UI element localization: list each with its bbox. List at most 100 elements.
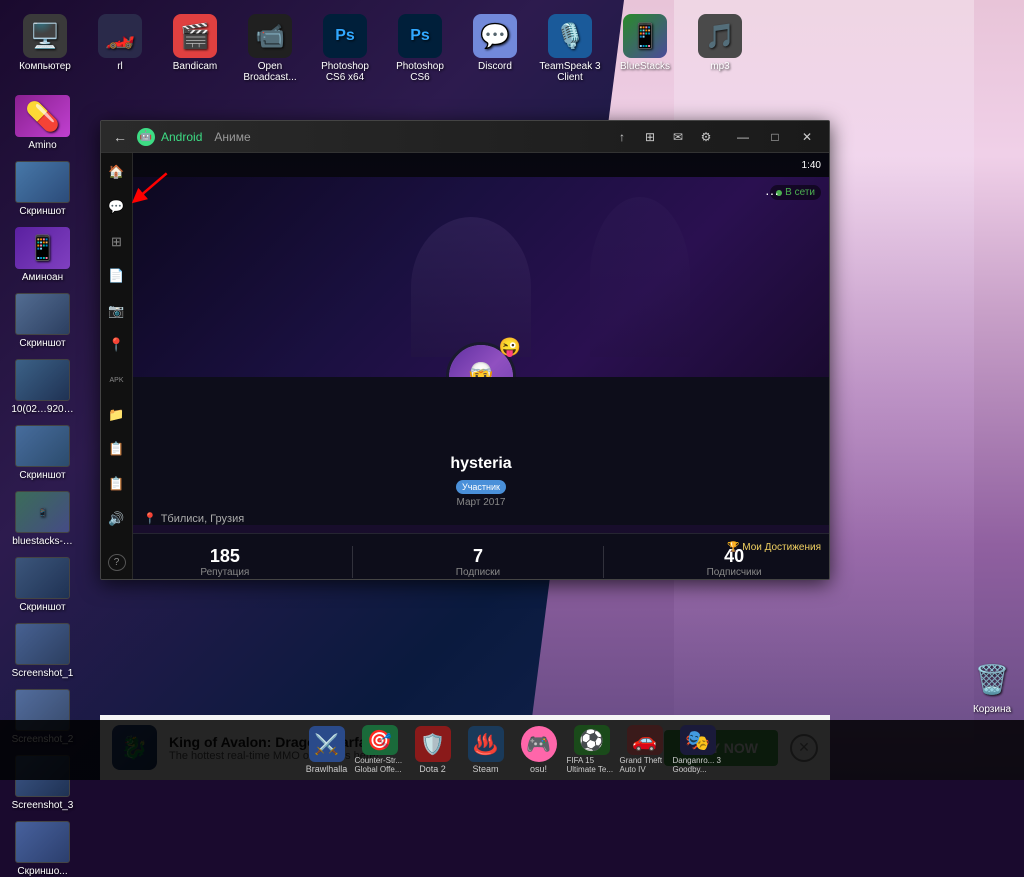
android-label: Android bbox=[161, 130, 202, 144]
taskbar-danganronpa[interactable]: 🎭 Danganro... 3 Goodby... bbox=[673, 725, 723, 775]
aminoan-icon: 📱 bbox=[15, 227, 70, 269]
profile-join-date: Март 2017 bbox=[143, 497, 819, 508]
android-logo: 🤖 bbox=[137, 128, 155, 146]
steam-icon: ♨️ bbox=[468, 726, 504, 762]
bluestacks-s-thumb: 📱 bbox=[15, 491, 70, 533]
rl-icon: 🏎️ bbox=[98, 14, 142, 58]
close-button[interactable]: ✕ bbox=[793, 127, 821, 147]
profile-emoji: 😜 bbox=[499, 337, 521, 358]
desktop-icon-screenshot1[interactable]: Скриншот bbox=[5, 161, 80, 217]
desktop-icon-rl[interactable]: 🏎️ rl bbox=[85, 10, 155, 76]
taskbar-csgo[interactable]: 🎯 Counter-Str... Global Offe... bbox=[355, 725, 405, 775]
sidebar-icon-home[interactable]: 🏠 bbox=[105, 161, 129, 184]
bluestacks-sidebar: 🏠 💬 ⊞ 📄 📷 📍 APK 📁 📋 📋 🔊 ? bbox=[101, 153, 133, 579]
titlebar-left: ← 🤖 Android Аниме bbox=[109, 127, 251, 147]
dota2-icon: 🛡️ bbox=[415, 726, 451, 762]
desktop-icon-obs[interactable]: 📹 Open Broadcast... bbox=[235, 10, 305, 87]
sidebar-icon-note[interactable]: 📄 bbox=[105, 265, 129, 288]
sidebar-icon-apk[interactable]: APK bbox=[105, 369, 129, 392]
amino-icon: 💊 bbox=[15, 95, 70, 137]
photoshop-x64-icon: Ps bbox=[323, 14, 367, 58]
titlebar-nav: ← bbox=[109, 127, 131, 147]
sidebar-icon-map[interactable]: 📍 bbox=[105, 334, 129, 357]
location-info: 📍 Тбилиси, Грузия bbox=[143, 512, 819, 525]
desktop-icon-kompyuter[interactable]: 🖥️ Компьютер bbox=[10, 10, 80, 76]
stat-reputation: 185 Репутация bbox=[200, 546, 249, 578]
fifa-icon: ⚽ bbox=[574, 725, 610, 755]
taskbar-dota2[interactable]: 🛡️ Dota 2 bbox=[408, 725, 458, 775]
profile-info-area: hysteria Участник Март 2017 📍 Тбилиси, Г… bbox=[133, 377, 829, 525]
profile-badge: Участник bbox=[456, 480, 506, 494]
desktop-icon-screenshot5[interactable]: Скриншот bbox=[5, 557, 80, 613]
taskbar-fifa[interactable]: ⚽ FIFA 15 Ultimate Te... bbox=[567, 725, 617, 775]
desktop-icon-screenshot2[interactable]: Скриншот bbox=[5, 293, 80, 349]
amino-banner: В сети ··· 🧝 😜 bbox=[133, 177, 829, 377]
taskbar-items: ⚔️ Brawlhalla 🎯 Counter-Str... Global Of… bbox=[5, 725, 1019, 775]
csgo-icon: 🎯 bbox=[362, 725, 398, 755]
sidebar-icon-chat[interactable]: 💬 bbox=[105, 196, 129, 219]
status-time: 1:40 bbox=[802, 160, 821, 171]
desktop-icon-screenshot4[interactable]: Скриншот bbox=[5, 425, 80, 481]
window-content: 🏠 💬 ⊞ 📄 📷 📍 APK 📁 📋 📋 🔊 ? 1:40 bbox=[101, 153, 829, 579]
desktop-icon-discord[interactable]: 💬 Discord bbox=[460, 10, 530, 76]
sidebar-icon-volume[interactable]: 🔊 bbox=[105, 507, 129, 530]
screenshot1-thumb bbox=[15, 161, 70, 203]
sidebar-icon-folder[interactable]: 📁 bbox=[105, 403, 129, 426]
danganronpa-icon: 🎭 bbox=[680, 725, 716, 755]
stats-row: 185 Репутация 7 Подписки 40 Подписчики � bbox=[133, 533, 829, 579]
sidebar-icon-clipboard1[interactable]: 📋 bbox=[105, 438, 129, 461]
photoshop-cs6-icon: Ps bbox=[398, 14, 442, 58]
desktop-icon-trash[interactable]: 🗑️ Корзина bbox=[970, 657, 1014, 715]
maximize-button[interactable]: □ bbox=[761, 127, 789, 147]
desktop-icon-bluestacks-s[interactable]: 📱 bluestacks-… bbox=[5, 491, 80, 547]
taskbar-steam[interactable]: ♨️ Steam bbox=[461, 725, 511, 775]
titlebar-mail-btn[interactable]: ✉ bbox=[667, 126, 689, 148]
desktop-icon-ps-x64[interactable]: Ps Photoshop CS6 x64 bbox=[310, 10, 380, 87]
screenshot4-thumb bbox=[15, 425, 70, 467]
sidebar-icon-camera[interactable]: 📷 bbox=[105, 300, 129, 323]
screenshot2-thumb bbox=[15, 293, 70, 335]
desktop-icon-teamspeak[interactable]: 🎙️ TeamSpeak 3 Client bbox=[535, 10, 605, 87]
discord-icon: 💬 bbox=[473, 14, 517, 58]
brawlhalla-icon: ⚔️ bbox=[309, 726, 345, 762]
titlebar-upload-btn[interactable]: ↑ bbox=[611, 126, 633, 148]
taskbar: ⚔️ Brawlhalla 🎯 Counter-Str... Global Of… bbox=[0, 720, 1024, 780]
more-options-button[interactable]: ··· bbox=[765, 185, 779, 201]
window-titlebar: ← 🤖 Android Аниме ↑ ⊞ ✉ ⚙ — □ ✕ bbox=[101, 121, 829, 153]
kompyuter-icon: 🖥️ bbox=[23, 14, 67, 58]
titlebar-grid-btn[interactable]: ⊞ bbox=[639, 126, 661, 148]
screenshot-1-thumb bbox=[15, 623, 70, 665]
taskbar-brawlhalla[interactable]: ⚔️ Brawlhalla bbox=[302, 725, 352, 775]
minimize-button[interactable]: — bbox=[729, 127, 757, 147]
teamspeak-icon: 🎙️ bbox=[548, 14, 592, 58]
taskbar-osu[interactable]: 🎮 osu! bbox=[514, 725, 564, 775]
stat-following: 7 Подписки bbox=[456, 546, 500, 578]
desktop-icon-bandicam[interactable]: 🎬 Bandicam bbox=[160, 10, 230, 76]
obs-icon: 📹 bbox=[248, 14, 292, 58]
gta-icon: 🚗 bbox=[627, 725, 663, 755]
bandicam-icon: 🎬 bbox=[173, 14, 217, 58]
desktop-icon-screenshot-1[interactable]: Screenshot_1 bbox=[5, 623, 80, 679]
osu-icon: 🎮 bbox=[521, 726, 557, 762]
desktop-icon-screensho[interactable]: Скриншо... bbox=[5, 821, 80, 877]
sidebar-icon-help[interactable]: ? bbox=[108, 554, 126, 571]
achievements-button[interactable]: 🏆 Мои Достижения bbox=[727, 542, 821, 553]
titlebar-controls: ↑ ⊞ ✉ ⚙ — □ ✕ bbox=[611, 126, 821, 148]
sidebar-icon-grid[interactable]: ⊞ bbox=[105, 230, 129, 253]
sidebar-icon-clipboard2[interactable]: 📋 bbox=[105, 473, 129, 496]
screenshot5-thumb bbox=[15, 557, 70, 599]
desktop-icon-ps-cs6[interactable]: Ps Photoshop CS6 bbox=[385, 10, 455, 87]
desktop-icon-aminoan[interactable]: 📱 Аминоан bbox=[5, 227, 80, 283]
desktop-icon-bluestacks[interactable]: 📱 BlueStacks bbox=[610, 10, 680, 76]
app-content: 1:40 В сети ··· bbox=[133, 153, 829, 579]
bluestacks-window: ← 🤖 Android Аниме ↑ ⊞ ✉ ⚙ — □ ✕ 🏠 💬 ⊞ 📄 … bbox=[100, 120, 830, 580]
amino-statusbar: 1:40 bbox=[133, 153, 829, 177]
titlebar-settings-btn[interactable]: ⚙ bbox=[695, 126, 717, 148]
nav-back-button[interactable]: ← bbox=[109, 127, 131, 147]
profile-avatar-area: 🧝 😜 bbox=[446, 342, 516, 377]
desktop-icon-mp3[interactable]: 🎵 mp3 bbox=[685, 10, 755, 76]
taskbar-gta[interactable]: 🚗 Grand Theft Auto IV bbox=[620, 725, 670, 775]
desktop-icon-amino[interactable]: 💊 Amino bbox=[5, 95, 80, 151]
desktop-icon-screenshot3[interactable]: 10(02…920… bbox=[5, 359, 80, 415]
mp3-icon: 🎵 bbox=[698, 14, 742, 58]
